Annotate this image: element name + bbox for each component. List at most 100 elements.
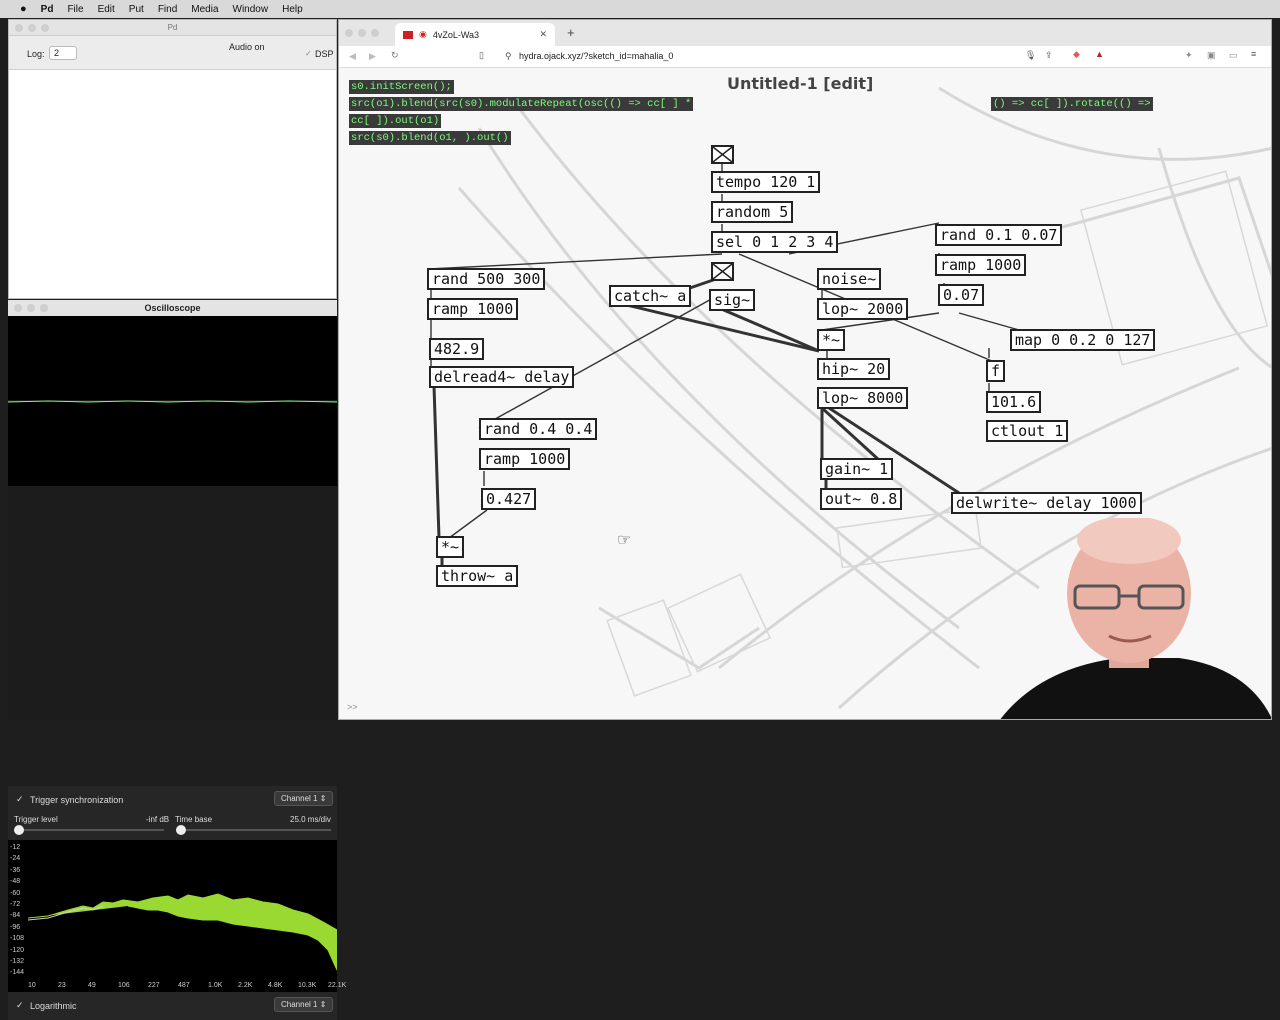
trigger-level-value: -inf dB xyxy=(146,815,170,824)
dsp-checkbox[interactable]: ✓ xyxy=(305,49,312,58)
menu-find[interactable]: Find xyxy=(158,4,177,15)
menu-file[interactable]: File xyxy=(67,4,83,15)
menu-pd[interactable]: Pd xyxy=(41,4,54,15)
time-base-knob[interactable] xyxy=(176,825,186,835)
menu-media[interactable]: Media xyxy=(191,4,218,15)
bang-toggle-top[interactable] xyxy=(711,145,734,164)
db-tick-label: -12 xyxy=(10,844,21,851)
pd-object-f[interactable]: f xyxy=(986,360,1006,382)
pd-object-lop-8000[interactable]: lop~ 8000 xyxy=(817,387,909,409)
pd-object-multiply-2[interactable]: *~ xyxy=(436,536,465,558)
menu-help[interactable]: Help xyxy=(282,4,303,15)
window-controls[interactable] xyxy=(15,24,49,32)
menu-icon[interactable]: ≡ xyxy=(1251,49,1256,59)
forward-icon[interactable]: ▶ xyxy=(369,51,376,62)
pd-object-throw[interactable]: throw~ a xyxy=(436,565,519,587)
window-controls[interactable] xyxy=(14,304,48,312)
db-tick-label: -60 xyxy=(10,889,21,897)
pd-object-delread[interactable]: delread4~ delay xyxy=(429,366,575,388)
oscilloscope-window: Oscilloscope ✓ Trigger synchronization C… xyxy=(7,300,346,1020)
logarithmic-label: Logarithmic xyxy=(30,1001,77,1011)
url-field[interactable]: hydra.ojack.xyz/?sketch_id=mahalia_0 xyxy=(519,51,673,61)
console-prompt[interactable]: >> xyxy=(347,702,358,712)
time-base-value: 25.0 ms/div xyxy=(290,815,331,824)
window-controls[interactable] xyxy=(345,29,379,37)
trigger-level-label: Trigger level xyxy=(14,815,58,824)
browser-window: ◉ 4vZoL-Wa3 ✕ + ◀ ▶ ↻ ▯ ⚲ hydra.ojack.xy… xyxy=(338,19,1272,720)
log-level-select[interactable]: 2 xyxy=(49,46,77,60)
pd-object-out[interactable]: out~ 0.8 xyxy=(820,488,903,510)
freq-tick-label: 106 xyxy=(118,982,130,989)
pd-object-multiply[interactable]: *~ xyxy=(817,329,846,351)
pd-object-rand-500[interactable]: rand 500 300 xyxy=(427,268,546,290)
pd-object-delwrite[interactable]: delwrite~ delay 1000 xyxy=(951,492,1142,514)
db-tick-label: -120 xyxy=(10,946,25,954)
spectrum-controls: ✓ Logarithmic Channel 1 ⇕ xyxy=(8,992,337,1020)
menu-window[interactable]: Window xyxy=(233,4,269,15)
pd-object-lop-2000[interactable]: lop~ 2000 xyxy=(817,298,909,320)
pd-number-0.07[interactable]: 0.07 xyxy=(938,284,985,306)
hand-cursor-icon: ☞ xyxy=(617,532,632,549)
pd-object-hip[interactable]: hip~ 20 xyxy=(817,358,891,380)
freq-tick-label: 10.3K xyxy=(298,982,317,989)
trigger-level-knob[interactable] xyxy=(14,825,24,835)
brave-rewards-icon[interactable]: ▲ xyxy=(1095,49,1104,59)
scope-controls: ✓ Trigger synchronization Channel 1 ⇕ Tr… xyxy=(8,786,337,840)
sidebar-icon[interactable]: ▣ xyxy=(1207,50,1216,61)
channel-select-bottom[interactable]: Channel 1 ⇕ xyxy=(274,997,334,1012)
wallet-icon[interactable]: ▭ xyxy=(1229,50,1238,61)
logarithmic-checkbox[interactable]: ✓ xyxy=(16,1000,24,1011)
db-tick-label: -84 xyxy=(10,912,21,920)
pd-object-random[interactable]: random 5 xyxy=(711,201,794,223)
pd-object-sel[interactable]: sel 0 1 2 3 4 xyxy=(711,231,839,253)
pd-object-ramp-1[interactable]: ramp 1000 xyxy=(427,298,519,320)
pd-object-noise[interactable]: noise~ xyxy=(817,268,882,290)
log-label: Log: xyxy=(27,49,45,59)
bang-toggle-sig[interactable] xyxy=(711,262,734,281)
reload-icon[interactable]: ↻ xyxy=(391,50,399,61)
recording-icon: ◉ xyxy=(419,29,427,39)
site-info-icon[interactable]: ⚲ xyxy=(505,51,512,62)
toggle-x-icon xyxy=(712,146,733,163)
trigger-level-slider[interactable] xyxy=(14,829,164,831)
pd-object-ramp-3[interactable]: ramp 1000 xyxy=(479,448,571,470)
toggle-x-icon xyxy=(712,263,733,280)
pd-object-ctlout[interactable]: ctlout 1 xyxy=(986,420,1069,442)
pd-object-ramp-2[interactable]: ramp 1000 xyxy=(935,254,1027,276)
freq-tick-label: 4.8K xyxy=(268,982,283,989)
tab-close-icon[interactable]: ✕ xyxy=(539,29,547,40)
extensions-icon[interactable]: ✦ xyxy=(1185,50,1193,61)
db-tick-label: -96 xyxy=(10,923,21,931)
db-tick-label: -144 xyxy=(10,969,25,977)
pd-object-tempo[interactable]: tempo 120 1 xyxy=(711,171,821,193)
webcam-presenter xyxy=(1000,518,1271,719)
trigger-sync-checkbox[interactable]: ✓ xyxy=(16,794,24,805)
pd-object-gain[interactable]: gain~ 1 xyxy=(820,458,894,480)
hydra-canvas[interactable]: s0.initScreen(); src(o1).blend(src(s0).m… xyxy=(339,68,1271,719)
pd-number-482[interactable]: 482.9 xyxy=(429,338,485,360)
pd-object-catch[interactable]: catch~ a xyxy=(609,285,692,307)
scope-display xyxy=(7,316,338,486)
time-base-slider[interactable] xyxy=(176,829,331,831)
microphone-icon[interactable]: 🎙 xyxy=(1025,50,1036,61)
back-icon[interactable]: ◀ xyxy=(349,51,356,62)
pd-object-sig[interactable]: sig~ xyxy=(709,289,756,311)
pd-object-rand-0.4[interactable]: rand 0.4 0.4 xyxy=(479,418,598,440)
browser-tab[interactable]: ◉ 4vZoL-Wa3 ✕ xyxy=(395,23,555,46)
new-tab-icon[interactable]: + xyxy=(567,25,575,40)
tab-title: 4vZoL-Wa3 xyxy=(432,29,480,40)
share-icon[interactable]: ⇪ xyxy=(1045,50,1053,61)
channel-select-top[interactable]: Channel 1 ⇕ xyxy=(274,791,334,806)
menu-edit[interactable]: Edit xyxy=(98,4,115,15)
brave-shield-icon[interactable]: ◆ xyxy=(1073,49,1080,60)
db-tick-label: -48 xyxy=(10,878,21,886)
bookmark-icon[interactable]: ▯ xyxy=(479,50,484,61)
oscilloscope-titlebar: Oscilloscope xyxy=(8,300,337,316)
pd-number-101.6[interactable]: 101.6 xyxy=(986,391,1042,413)
pd-object-map[interactable]: map 0 0.2 0 127 xyxy=(1010,329,1156,351)
apple-icon[interactable]: ● xyxy=(20,3,27,15)
pd-object-rand-0.1[interactable]: rand 0.1 0.07 xyxy=(935,224,1063,246)
menu-put[interactable]: Put xyxy=(129,4,144,15)
freq-tick-label: 487 xyxy=(178,982,190,989)
pd-number-0.427[interactable]: 0.427 xyxy=(481,488,537,510)
